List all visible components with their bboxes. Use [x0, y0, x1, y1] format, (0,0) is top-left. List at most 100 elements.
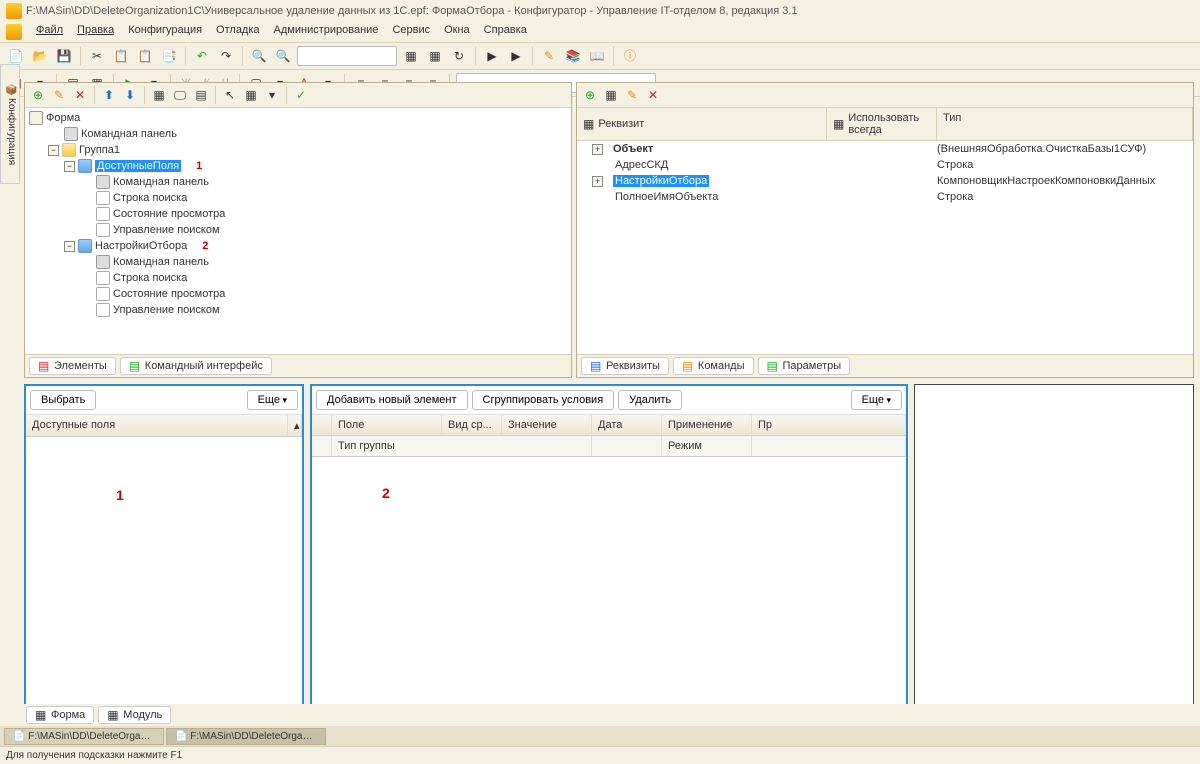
- open-icon[interactable]: 📂: [30, 46, 50, 66]
- compare-icon[interactable]: 📑: [159, 46, 179, 66]
- more-button-1[interactable]: Еще: [247, 390, 298, 410]
- prop-row[interactable]: +Объект(ВнешняяОбработка.ОчисткаБазы1СУФ…: [577, 141, 1193, 157]
- tree-item[interactable]: −ДоступныеПоля1: [25, 158, 571, 174]
- new-icon[interactable]: 📄: [6, 46, 26, 66]
- tb-btn-b[interactable]: ▦: [425, 46, 445, 66]
- props-tabs: ▤Реквизиты ▤Команды ▤Параметры: [577, 354, 1193, 377]
- menu-windows[interactable]: Окна: [444, 24, 470, 40]
- header-available[interactable]: Доступные поля: [26, 415, 288, 436]
- prop-row[interactable]: АдресСКДСтрока: [577, 157, 1193, 173]
- props-tree[interactable]: +Объект(ВнешняяОбработка.ОчисткаБазы1СУФ…: [577, 141, 1193, 354]
- tree-item[interactable]: −НастройкиОтбора2: [25, 238, 571, 254]
- grid-icon[interactable]: ▦: [150, 86, 168, 104]
- prop-row[interactable]: +НастройкиОтбораКомпоновщикНастроекКомпо…: [577, 173, 1193, 189]
- annotation-1: 1: [116, 487, 124, 503]
- expand-collapse-icon[interactable]: −: [48, 145, 59, 156]
- tab-module[interactable]: ▦Модуль: [98, 706, 171, 724]
- tab-form[interactable]: ▦Форма: [26, 706, 94, 724]
- check-icon[interactable]: ✓: [292, 86, 310, 104]
- col-always[interactable]: Использовать всегда: [848, 112, 930, 136]
- select-button[interactable]: Выбрать: [30, 390, 96, 410]
- tree-item[interactable]: Состояние просмотра: [25, 206, 571, 222]
- tree-root[interactable]: Форма: [25, 110, 571, 126]
- more-button-2[interactable]: Еще: [851, 390, 902, 410]
- tb-h[interactable]: ▦: [242, 86, 260, 104]
- add-prop-icon[interactable]: ⊕: [581, 86, 599, 104]
- menu-debug[interactable]: Отладка: [216, 24, 259, 40]
- designer-area: Выбрать Еще Доступные поля▴ 1 Добавить н…: [24, 384, 1194, 708]
- tab-params[interactable]: ▤Параметры: [758, 357, 851, 375]
- menu-admin[interactable]: Администрирование: [274, 24, 379, 40]
- redo-icon[interactable]: ↷: [216, 46, 236, 66]
- group-button[interactable]: Сгруппировать условия: [472, 390, 615, 410]
- help-icon[interactable]: ⓘ: [620, 46, 640, 66]
- up-icon[interactable]: ⬆: [100, 86, 118, 104]
- add-icon[interactable]: ⊕: [29, 86, 47, 104]
- tb-btn-e[interactable]: 📖: [587, 46, 607, 66]
- combo-1[interactable]: [297, 46, 397, 66]
- annotation-2: 2: [382, 485, 390, 501]
- undo-icon[interactable]: ↶: [192, 46, 212, 66]
- line-icon: [96, 191, 110, 205]
- expand-collapse-icon[interactable]: −: [64, 161, 75, 172]
- cut-icon[interactable]: ✂: [87, 46, 107, 66]
- app-icon: [6, 3, 22, 19]
- tab-requisites[interactable]: ▤Реквизиты: [581, 357, 669, 375]
- elements-tree[interactable]: Форма Командная панель−Группа1−Доступные…: [25, 108, 571, 354]
- sidebar-config-tab[interactable]: 📦 Конфигурация: [0, 64, 20, 184]
- tb-i[interactable]: ▾: [263, 86, 281, 104]
- win-tab-1[interactable]: 📄 F:\MASin\DD\DeleteOrganiza...: [4, 728, 164, 745]
- add-col-icon[interactable]: ▦: [602, 86, 620, 104]
- menu-file[interactable]: Файл: [36, 24, 63, 40]
- down-icon[interactable]: ⬇: [121, 86, 139, 104]
- expand-collapse-icon[interactable]: −: [64, 241, 75, 252]
- window-title: F:\MASin\DD\DeleteOrganization1C\Универс…: [26, 5, 798, 17]
- find-icon[interactable]: 🔍: [249, 46, 269, 66]
- tree-item[interactable]: Состояние просмотра: [25, 286, 571, 302]
- tree-item[interactable]: Командная панель: [25, 254, 571, 270]
- menu-service[interactable]: Сервис: [392, 24, 430, 40]
- list-icon[interactable]: ▤: [192, 86, 210, 104]
- add-element-button[interactable]: Добавить новый элемент: [316, 390, 468, 410]
- expand-icon[interactable]: +: [592, 176, 603, 187]
- expand-icon[interactable]: +: [592, 144, 603, 155]
- tree-item[interactable]: Строка поиска: [25, 270, 571, 286]
- syntax-icon[interactable]: ✎: [539, 46, 559, 66]
- win-tab-2[interactable]: 📄 F:\MASin\DD\DeleteOrganiza...: [166, 728, 326, 745]
- menu-icon[interactable]: [6, 24, 22, 40]
- tree-item[interactable]: Строка поиска: [25, 190, 571, 206]
- tab-cmdinterface[interactable]: ▤Командный интерфейс: [120, 357, 272, 375]
- menu-help[interactable]: Справка: [484, 24, 527, 40]
- tree-item[interactable]: Управление поиском: [25, 302, 571, 318]
- filter-settings-pane: Добавить новый элемент Сгруппировать усл…: [310, 384, 908, 708]
- prop-row[interactable]: ПолноеИмяОбъектаСтрока: [577, 189, 1193, 205]
- col-type[interactable]: Тип: [937, 108, 1193, 140]
- tree-item[interactable]: −Группа1: [25, 142, 571, 158]
- col-requisite[interactable]: Реквизит: [598, 118, 644, 130]
- tb-g[interactable]: ↖: [221, 86, 239, 104]
- menu-config[interactable]: Конфигурация: [128, 24, 202, 40]
- run-icon[interactable]: ▶: [482, 46, 502, 66]
- tb-btn-c[interactable]: ↻: [449, 46, 469, 66]
- elements-toolbar: ⊕ ✎ ✕ ⬆ ⬇ ▦ 🖵 ▤ ↖ ▦ ▾ ✓: [25, 83, 571, 108]
- tab-commands[interactable]: ▤Команды: [673, 357, 754, 375]
- menu-edit[interactable]: Правка: [77, 24, 114, 40]
- tb-btn-a[interactable]: ▦: [401, 46, 421, 66]
- edit-icon[interactable]: ✎: [50, 86, 68, 104]
- edit-prop-icon[interactable]: ✎: [623, 86, 641, 104]
- paste-icon[interactable]: 📋: [135, 46, 155, 66]
- tb-btn-d[interactable]: 📚: [563, 46, 583, 66]
- del-prop-icon[interactable]: ✕: [644, 86, 662, 104]
- delete-icon[interactable]: ✕: [71, 86, 89, 104]
- delete-button[interactable]: Удалить: [618, 390, 682, 410]
- statusbar: Для получения подсказки нажмите F1: [0, 746, 1200, 764]
- tree-item[interactable]: Командная панель: [25, 174, 571, 190]
- zoom-icon[interactable]: 🔍: [273, 46, 293, 66]
- debug-icon[interactable]: ▶: [506, 46, 526, 66]
- tree-item[interactable]: Командная панель: [25, 126, 571, 142]
- copy-icon[interactable]: 📋: [111, 46, 131, 66]
- tree-item[interactable]: Управление поиском: [25, 222, 571, 238]
- save-icon[interactable]: 💾: [54, 46, 74, 66]
- tab-elements[interactable]: ▤Элементы: [29, 357, 116, 375]
- monitor-icon[interactable]: 🖵: [171, 86, 189, 104]
